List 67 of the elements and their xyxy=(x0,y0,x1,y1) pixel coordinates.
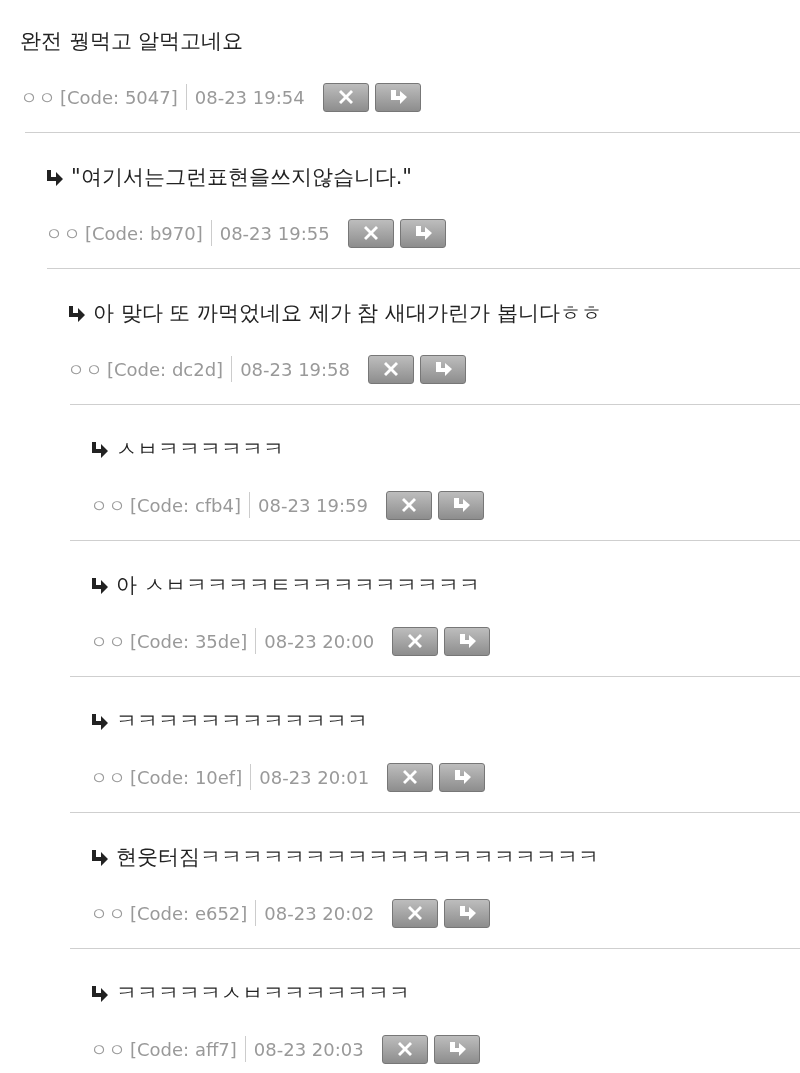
comment-text: ㅋㅋㅋㅋㅋㅋㅋㅋㅋㅋㅋㅋ xyxy=(116,708,368,736)
close-icon xyxy=(396,1041,413,1057)
author-name: ㅇㅇ xyxy=(45,221,81,246)
comment-text: ㅅㅂㅋㅋㅋㅋㅋㅋ xyxy=(116,436,284,464)
close-icon xyxy=(407,905,424,921)
author-name: ㅇㅇ xyxy=(90,901,126,926)
user-code: [Code: dc2d] xyxy=(107,357,224,382)
reply-arrow-icon xyxy=(90,714,108,730)
reply-button[interactable] xyxy=(444,898,491,928)
reply-button[interactable] xyxy=(439,762,486,792)
user-code: [Code: b970] xyxy=(85,221,203,246)
reply-arrow-icon xyxy=(67,306,85,322)
reply-arrow-icon xyxy=(45,170,63,186)
delete-button[interactable] xyxy=(392,626,439,656)
author-name: ㅇㅇ xyxy=(90,1037,126,1062)
author-name: ㅇㅇ xyxy=(90,765,126,790)
close-icon xyxy=(400,497,417,513)
delete-button[interactable] xyxy=(347,218,394,248)
comment-time: 08-23 20:01 xyxy=(259,765,370,790)
author-name: ㅇㅇ xyxy=(67,357,103,382)
reply-button[interactable] xyxy=(444,626,491,656)
comment-time: 08-23 19:54 xyxy=(194,85,305,110)
delete-button[interactable] xyxy=(368,354,415,384)
close-icon xyxy=(407,633,424,649)
comment-text: 아 ㅅㅂㅋㅋㅋㅋㅌㅋㅋㅋㅋㅋㅋㅋㅋㅋ xyxy=(116,572,480,600)
reply-arrow-icon xyxy=(90,578,108,594)
close-icon xyxy=(383,361,400,377)
comment-time: 08-23 19:59 xyxy=(258,493,368,518)
reply-arrow-icon xyxy=(90,442,108,458)
comment-time: 08-23 20:03 xyxy=(253,1037,364,1062)
comment-text: ㅋㅋㅋㅋㅋㅅㅂㅋㅋㅋㅋㅋㅋㅋ xyxy=(116,980,410,1008)
author-name: ㅇㅇ xyxy=(20,85,56,110)
author-name: ㅇㅇ xyxy=(90,629,126,654)
user-code: [Code: 5047] xyxy=(60,85,178,110)
delete-button[interactable] xyxy=(322,82,369,112)
delete-button[interactable] xyxy=(392,898,439,928)
comment-text: 현웃터짐ㅋㅋㅋㅋㅋㅋㅋㅋㅋㅋㅋㅋㅋㅋㅋㅋㅋㅋㅋ xyxy=(116,844,599,872)
comment-time: 08-23 19:55 xyxy=(219,221,330,246)
reply-arrow-icon xyxy=(457,905,478,921)
reply-arrow-icon xyxy=(90,986,108,1002)
reply-button[interactable] xyxy=(437,490,484,520)
close-icon xyxy=(337,89,354,105)
reply-button[interactable] xyxy=(420,354,467,384)
comment-time: 08-23 20:00 xyxy=(264,629,375,654)
delete-button[interactable] xyxy=(381,1034,428,1064)
close-icon xyxy=(402,769,419,785)
user-code: [Code: e652] xyxy=(130,901,248,926)
reply-arrow-icon xyxy=(90,850,108,866)
user-code: [Code: aff7] xyxy=(130,1037,237,1062)
reply-arrow-icon xyxy=(452,769,473,785)
user-code: [Code: 10ef] xyxy=(130,765,243,790)
comment-text: 완전 꿩먹고 알먹고네요 xyxy=(20,28,244,56)
comment-time: 08-23 20:02 xyxy=(264,901,375,926)
delete-button[interactable] xyxy=(385,490,432,520)
comment-text: 아 맞다 또 까먹었네요 제가 참 새대가린가 봅니다ㅎㅎ xyxy=(93,300,602,328)
reply-button[interactable] xyxy=(433,1034,480,1064)
comment-time: 08-23 19:58 xyxy=(240,357,351,382)
comment-text: "여기서는그런표현을쓰지않습니다." xyxy=(71,164,412,192)
author-name: ㅇㅇ xyxy=(90,493,126,518)
reply-arrow-icon xyxy=(457,633,478,649)
user-code: [Code: 35de] xyxy=(130,629,248,654)
reply-button[interactable] xyxy=(374,82,421,112)
reply-arrow-icon xyxy=(433,361,454,377)
user-code: [Code: cfb4] xyxy=(130,493,242,518)
delete-button[interactable] xyxy=(387,762,434,792)
close-icon xyxy=(362,225,379,241)
reply-button[interactable] xyxy=(399,218,446,248)
